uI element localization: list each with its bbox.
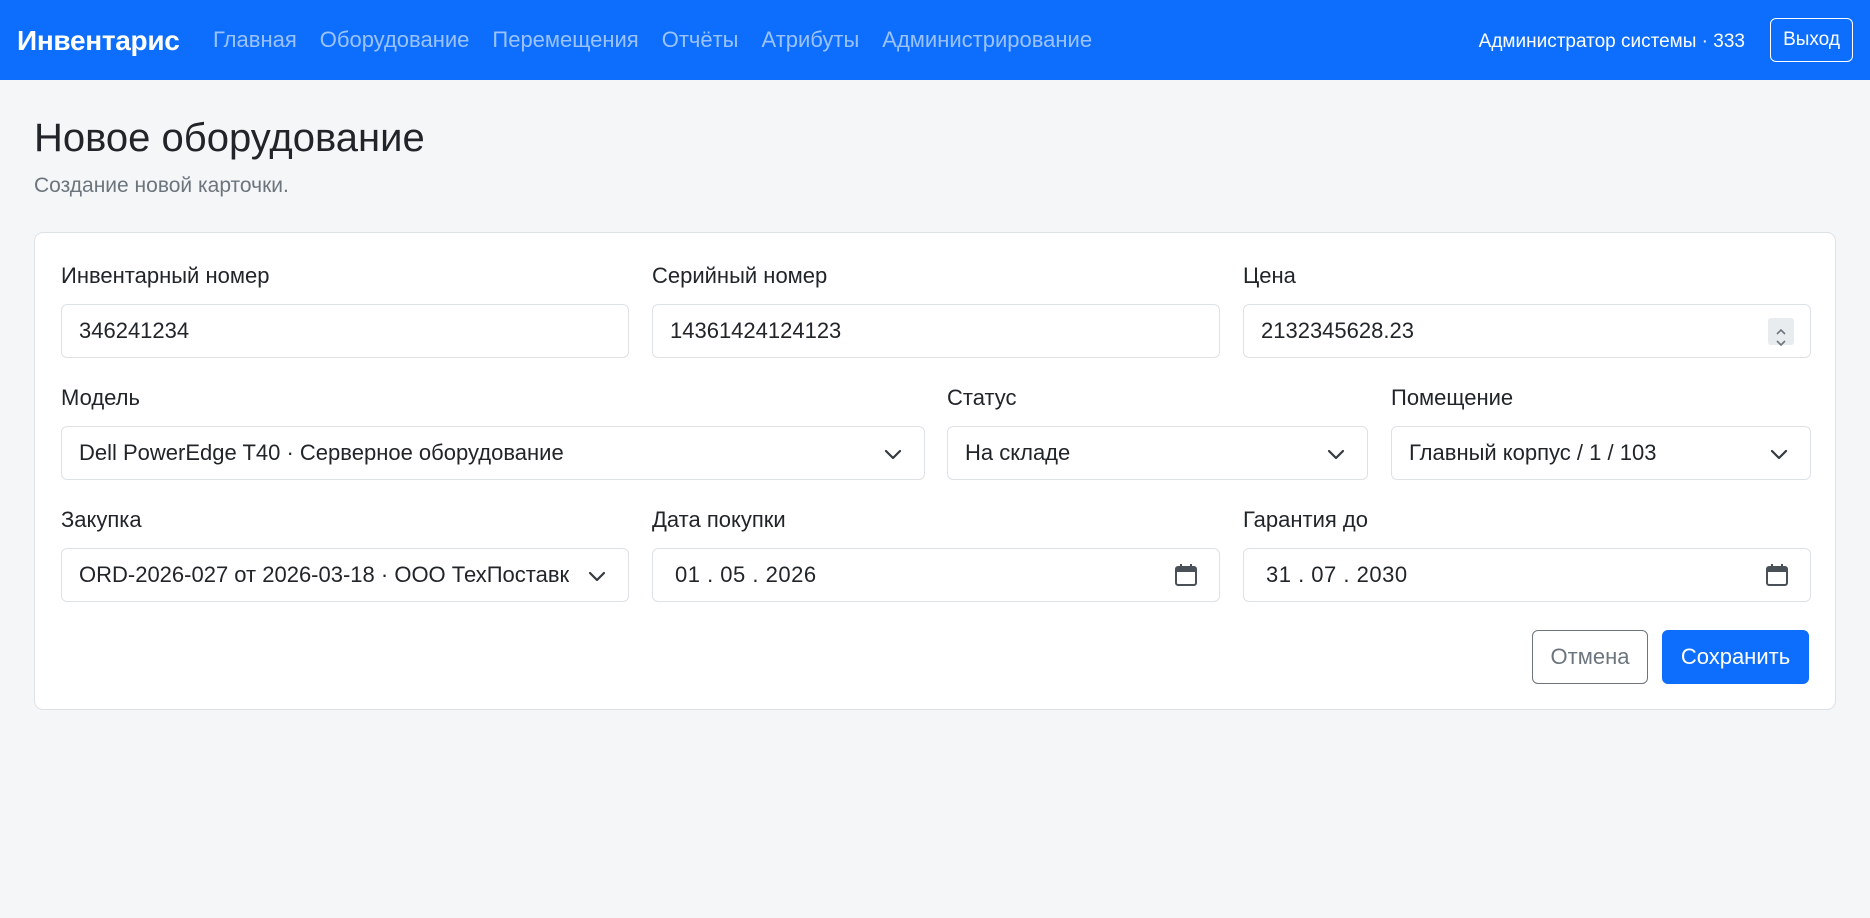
price-value: 2132345628.23 (1261, 318, 1414, 343)
model-select[interactable]: Dell PowerEdge T40 · Серверное оборудова… (61, 426, 925, 480)
page-subtitle: Создание новой карточки. (34, 174, 289, 197)
nav-link-attributes[interactable]: Атрибуты (762, 27, 860, 53)
nav-link-transfers[interactable]: Перемещения (492, 27, 638, 53)
nav-link-administration[interactable]: Администрирование (882, 27, 1092, 53)
price-input[interactable]: 2132345628.23 (1243, 304, 1811, 358)
spinner-icon[interactable] (1768, 318, 1794, 347)
model-selected-value: Dell PowerEdge T40 · Серверное оборудова… (79, 440, 564, 465)
chevron-down-icon (1770, 449, 1788, 460)
save-button[interactable]: Сохранить (1662, 630, 1809, 684)
calendar-icon[interactable] (1173, 562, 1199, 588)
top-navbar: Инвентарис Главная Оборудование Перемеще… (0, 0, 1870, 80)
status-selected-value: На складе (965, 440, 1071, 465)
cancel-button[interactable]: Отмена (1532, 630, 1648, 684)
price-label: Цена (1243, 263, 1296, 288)
logout-button[interactable]: Выход (1770, 18, 1853, 62)
status-select[interactable]: На складе (947, 426, 1368, 480)
calendar-icon[interactable] (1764, 562, 1790, 588)
serial-number-input[interactable]: 14361424124123 (652, 304, 1220, 358)
room-select[interactable]: Главный корпус / 1 / 103 (1391, 426, 1811, 480)
model-label: Модель (61, 385, 140, 410)
nav-link-home[interactable]: Главная (213, 27, 297, 53)
warranty-until-input[interactable]: 31 . 07 . 2030 (1243, 548, 1811, 602)
room-selected-value: Главный корпус / 1 / 103 (1409, 440, 1657, 465)
serial-number-label: Серийный номер (652, 263, 828, 288)
current-user: Администратор системы · 333 (1478, 31, 1745, 52)
warranty-until-label: Гарантия до (1243, 507, 1368, 532)
nav-link-equipment[interactable]: Оборудование (320, 27, 470, 53)
room-label: Помещение (1391, 385, 1514, 410)
page-title: Новое оборудование (34, 116, 425, 160)
main-nav: Главная Оборудование Перемещения Отчёты … (213, 0, 1115, 80)
chevron-down-icon (1327, 449, 1345, 460)
chevron-down-icon (884, 449, 902, 460)
chevron-down-icon (588, 571, 606, 582)
purchase-selected-value: ORD-2026-027 от 2026-03-18 · ООО ТехПост… (79, 562, 570, 587)
purchase-label: Закупка (61, 507, 142, 532)
purchase-select[interactable]: ORD-2026-027 от 2026-03-18 · ООО ТехПост… (61, 548, 629, 602)
purchase-date-label: Дата покупки (652, 507, 786, 532)
inventory-number-input[interactable]: 346241234 (61, 304, 629, 358)
brand-logo[interactable]: Инвентарис (17, 0, 180, 80)
warranty-until-value: 31 . 07 . 2030 (1266, 562, 1408, 587)
purchase-date-input[interactable]: 01 . 05 . 2026 (652, 548, 1220, 602)
inventory-number-label: Инвентарный номер (61, 263, 270, 288)
purchase-date-value: 01 . 05 . 2026 (675, 562, 817, 587)
status-label: Статус (947, 385, 1017, 410)
nav-link-reports[interactable]: Отчёты (662, 27, 739, 53)
